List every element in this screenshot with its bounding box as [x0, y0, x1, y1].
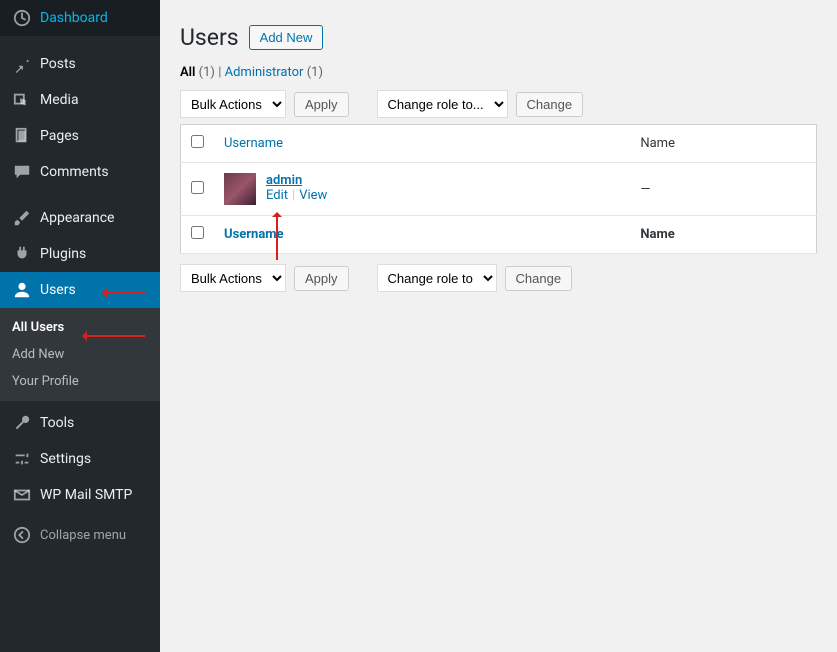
change-role-select-bottom[interactable]: Change role to...	[377, 264, 497, 292]
row-checkbox[interactable]	[191, 181, 204, 194]
page-title: Users	[180, 24, 239, 51]
sidebar-label: Users	[40, 282, 76, 298]
change-button-top[interactable]: Change	[516, 92, 584, 117]
bulk-actions-select-bottom[interactable]: Bulk Actions	[180, 264, 286, 292]
sidebar-item-users[interactable]: Users	[0, 272, 160, 308]
sidebar-label: Comments	[40, 164, 109, 180]
edit-link[interactable]: Edit	[266, 188, 288, 203]
user-icon	[12, 280, 32, 300]
select-all-bottom[interactable]	[191, 226, 204, 239]
col-username-footer[interactable]: Username	[224, 227, 284, 242]
col-username-header[interactable]: Username	[224, 136, 283, 151]
sidebar-label: Tools	[40, 415, 74, 431]
dashboard-icon	[12, 8, 32, 28]
sidebar-item-appearance[interactable]: Appearance	[0, 200, 160, 236]
sidebar-label: Plugins	[40, 246, 86, 262]
sliders-icon	[12, 449, 32, 469]
sidebar-item-posts[interactable]: Posts	[0, 46, 160, 82]
wrench-icon	[12, 413, 32, 433]
sidebar-label: Settings	[40, 451, 91, 467]
row-name-cell: —	[630, 163, 816, 216]
view-link[interactable]: View	[299, 188, 327, 203]
sidebar-item-wpmailsmtp[interactable]: WP Mail SMTP	[0, 477, 160, 513]
filter-links: All (1) | Administrator (1)	[180, 65, 817, 80]
change-button-bottom[interactable]: Change	[505, 266, 573, 291]
sidebar-label: Pages	[40, 128, 79, 144]
sidebar-item-comments[interactable]: Comments	[0, 154, 160, 190]
sidebar-item-settings[interactable]: Settings	[0, 441, 160, 477]
sidebar-label: Dashboard	[40, 10, 108, 26]
collapse-menu[interactable]: Collapse menu	[0, 517, 160, 553]
submenu-all-users[interactable]: All Users	[0, 314, 160, 341]
change-role-select-top[interactable]: Change role to...	[377, 90, 508, 118]
col-name-footer: Name	[630, 216, 816, 254]
apply-button-bottom[interactable]: Apply	[294, 266, 349, 291]
avatar	[224, 173, 256, 205]
mail-icon	[12, 485, 32, 505]
main-content: Users Add New All (1) | Administrator (1…	[160, 0, 837, 652]
brush-icon	[12, 208, 32, 228]
sidebar-item-media[interactable]: Media	[0, 82, 160, 118]
filter-administrator[interactable]: Administrator	[225, 65, 304, 80]
users-table: Username Name admin Edit|View	[180, 124, 817, 254]
apply-button-top[interactable]: Apply	[294, 92, 349, 117]
sidebar-label: Posts	[40, 56, 76, 72]
col-name-header: Name	[630, 125, 816, 163]
sidebar-item-dashboard[interactable]: Dashboard	[0, 0, 160, 36]
sidebar-item-pages[interactable]: Pages	[0, 118, 160, 154]
sidebar-label: Media	[40, 92, 79, 108]
tablenav-top: Bulk Actions Apply Change role to... Cha…	[180, 90, 817, 118]
table-row: admin Edit|View —	[181, 163, 817, 216]
filter-all[interactable]: All (1)	[180, 65, 215, 80]
admin-sidebar: Dashboard Posts Media Pages Comments App…	[0, 0, 160, 652]
sidebar-item-plugins[interactable]: Plugins	[0, 236, 160, 272]
tablenav-bottom: Bulk Actions Apply Change role to... Cha…	[180, 264, 817, 292]
row-username-link[interactable]: admin	[266, 173, 302, 188]
comment-icon	[12, 162, 32, 182]
page-icon	[12, 126, 32, 146]
submenu-add-new[interactable]: Add New	[0, 341, 160, 368]
collapse-icon	[12, 525, 32, 545]
add-new-button[interactable]: Add New	[249, 25, 324, 50]
media-icon	[12, 90, 32, 110]
submenu-your-profile[interactable]: Your Profile	[0, 368, 160, 395]
pin-icon	[12, 54, 32, 74]
users-submenu: All Users Add New Your Profile	[0, 308, 160, 401]
page-header: Users Add New	[180, 10, 817, 61]
collapse-label: Collapse menu	[40, 528, 126, 543]
bulk-actions-select-top[interactable]: Bulk Actions	[180, 90, 286, 118]
row-actions: Edit|View	[266, 188, 327, 203]
select-all-top[interactable]	[191, 135, 204, 148]
sidebar-label: WP Mail SMTP	[40, 487, 132, 503]
plugin-icon	[12, 244, 32, 264]
sidebar-label: Appearance	[40, 210, 114, 226]
sidebar-item-tools[interactable]: Tools	[0, 405, 160, 441]
